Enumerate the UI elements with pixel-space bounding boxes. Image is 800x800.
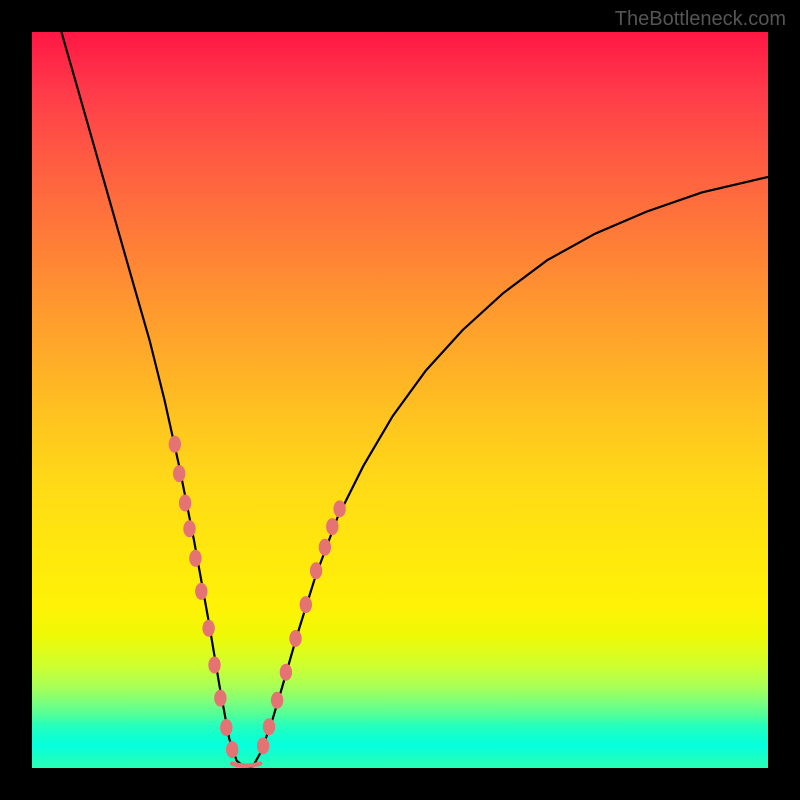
- bottleneck-curve: [61, 32, 768, 768]
- salmon-marker-dot: [280, 664, 292, 681]
- salmon-marker-dot: [208, 657, 220, 674]
- salmon-marker-dot: [226, 741, 238, 758]
- salmon-marker-dot: [333, 500, 345, 517]
- salmon-marker-dot: [300, 596, 312, 613]
- salmon-markers-group: [169, 436, 346, 758]
- salmon-marker-dot: [169, 436, 181, 453]
- salmon-bottom-segment: [232, 764, 260, 766]
- salmon-marker-dot: [189, 550, 201, 567]
- salmon-marker-dot: [179, 495, 191, 512]
- salmon-marker-dot: [289, 630, 301, 647]
- salmon-marker-dot: [263, 718, 275, 735]
- salmon-marker-dot: [220, 719, 232, 736]
- salmon-marker-dot: [173, 465, 185, 482]
- salmon-marker-dot: [214, 690, 226, 707]
- salmon-marker-dot: [319, 539, 331, 556]
- salmon-marker-dot: [195, 583, 207, 600]
- bottleneck-curve-svg: [32, 32, 768, 768]
- salmon-marker-dot: [271, 692, 283, 709]
- chart-plot-area: [32, 32, 768, 768]
- salmon-marker-dot: [183, 520, 195, 537]
- salmon-marker-dot: [202, 620, 214, 637]
- salmon-marker-dot: [257, 737, 269, 754]
- salmon-marker-dot: [310, 562, 322, 579]
- watermark-text: TheBottleneck.com: [615, 8, 786, 31]
- salmon-marker-dot: [326, 518, 338, 535]
